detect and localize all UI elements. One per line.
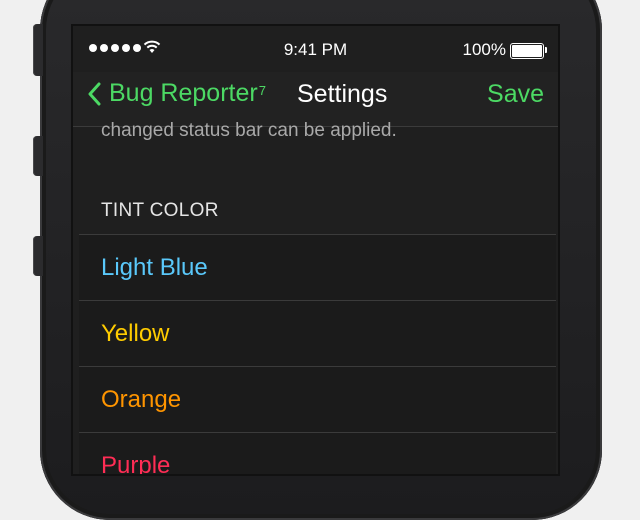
chevron-left-icon — [88, 82, 101, 105]
volume-up-button — [33, 136, 43, 176]
back-button[interactable]: Bug Reporter 7 — [87, 79, 266, 108]
section-header-tint-color: TINT COLOR — [101, 200, 219, 221]
tint-option-purple[interactable]: Purple — [79, 433, 556, 474]
page-title: Settings — [297, 80, 388, 108]
tint-option-label: Light Blue — [101, 254, 208, 281]
tint-option-label: Yellow — [101, 320, 170, 347]
volume-down-button — [33, 236, 43, 276]
tint-option-light-blue[interactable]: Light Blue — [79, 235, 556, 301]
back-button-superscript: 7 — [258, 83, 266, 98]
screen: 9:41 PM 100% Bug Reporter 7 Settings Save… — [73, 26, 558, 474]
tint-color-list: Light Blue Yellow Orange Purple — [79, 234, 556, 474]
battery-percentage: 100% — [462, 40, 506, 59]
tint-option-yellow[interactable]: Yellow — [79, 301, 556, 367]
navigation-bar: Bug Reporter 7 Settings Save — [73, 72, 558, 127]
tint-option-label: Orange — [101, 386, 182, 413]
section-footer-text: changed status bar can be applied. — [101, 120, 397, 141]
tint-option-orange[interactable]: Orange — [79, 367, 556, 433]
mute-switch — [33, 24, 43, 76]
save-button[interactable]: Save — [487, 80, 544, 109]
tint-option-label: Purple — [101, 452, 171, 474]
status-bar: 9:41 PM 100% — [73, 26, 558, 72]
back-button-label: Bug Reporter — [109, 79, 258, 107]
battery-icon — [510, 43, 547, 59]
